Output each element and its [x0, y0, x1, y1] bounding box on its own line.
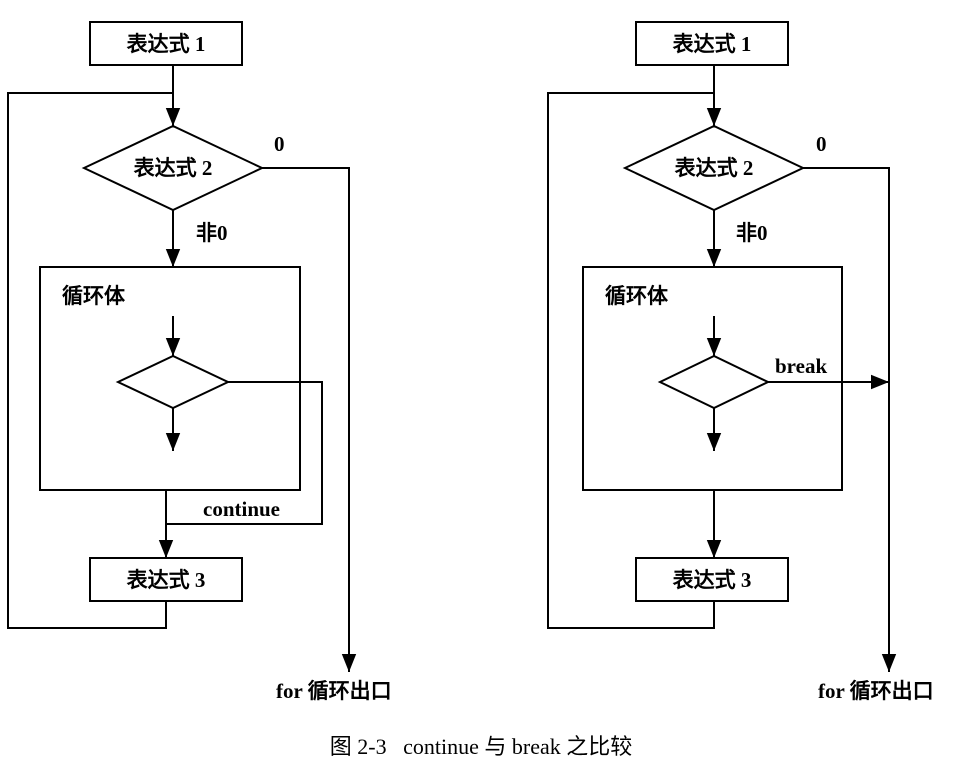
flowchart-canvas: 表达式 1 表达式 2 0 非0 循环体 continue 表达式 3 for …: [7, 21, 934, 759]
zero-label: 0: [816, 132, 827, 156]
loop-body-label: 循环体: [605, 284, 669, 308]
zero-label: 0: [274, 132, 285, 156]
condition-label: 表达式 2: [134, 156, 213, 180]
expr1-label: 表达式 1: [673, 32, 752, 56]
condition-label: 表达式 2: [675, 156, 754, 180]
expr3-label: 表达式 3: [673, 568, 752, 592]
continue-label: continue: [203, 497, 280, 521]
break-label: break: [775, 354, 827, 378]
continue-flowchart: 表达式 1 表达式 2 0 非0 循环体 continue 表达式 3 for …: [7, 21, 392, 703]
loop-body-label: 循环体: [62, 284, 126, 308]
break-flowchart: 表达式 1 表达式 2 0 非0 循环体 break 表达式 3 for 循环出…: [547, 21, 934, 703]
loop-exit-label: for 循环出口: [276, 679, 392, 703]
expr1-label: 表达式 1: [127, 32, 206, 56]
loop-exit-label: for 循环出口: [818, 679, 934, 703]
expr3-label: 表达式 3: [127, 568, 206, 592]
nonzero-label: 非0: [736, 221, 768, 245]
figure-caption: 图 2-3 continue 与 break 之比较: [330, 734, 632, 759]
nonzero-label: 非0: [196, 221, 228, 245]
